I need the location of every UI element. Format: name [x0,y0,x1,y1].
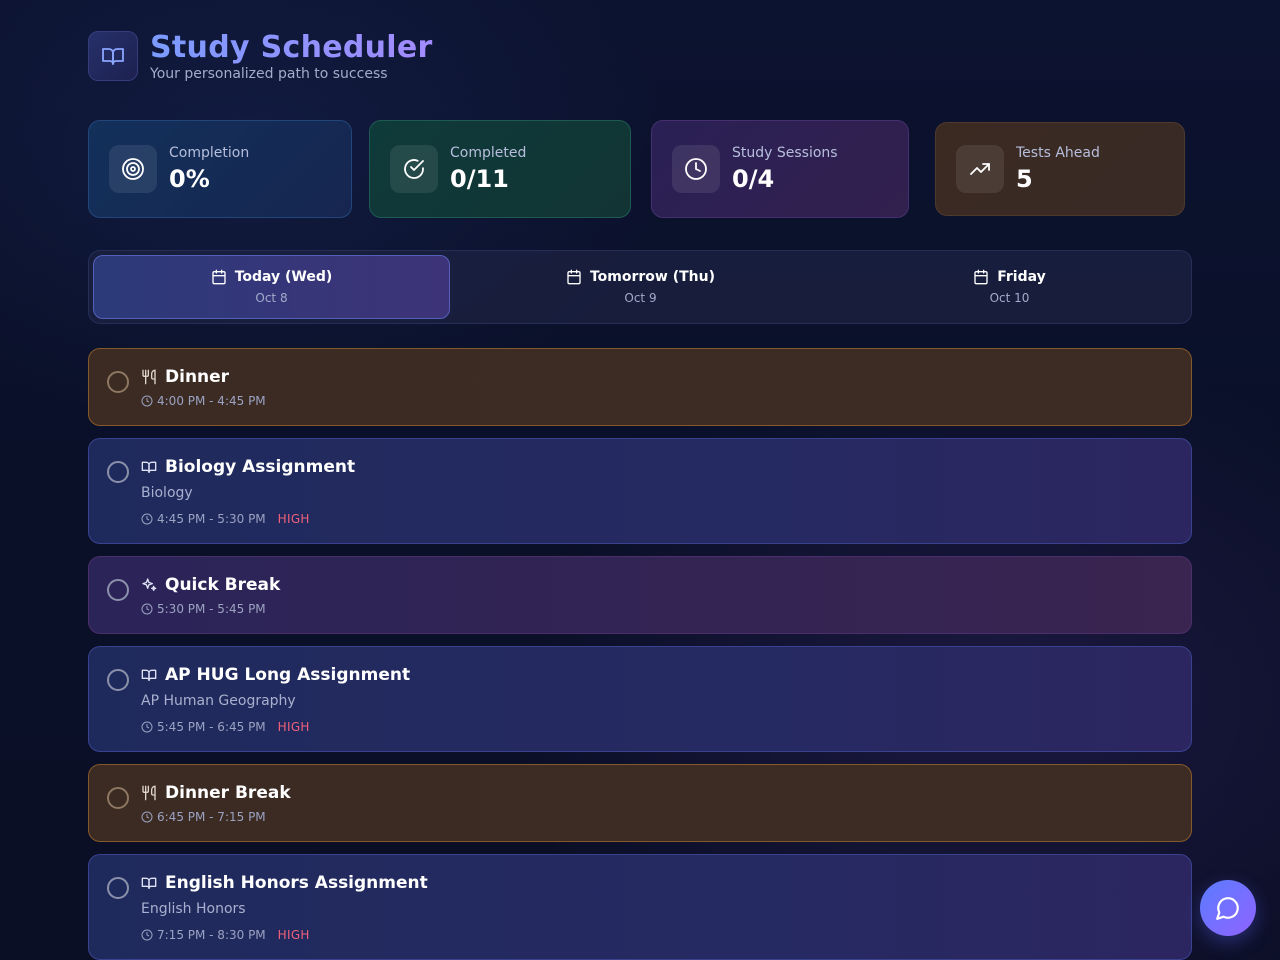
app-header: Study Scheduler Your personalized path t… [88,30,433,82]
task-time: 7:15 PM - 8:30 PM [157,928,266,942]
stat-value: 0/4 [732,165,775,193]
priority-badge: HIGH [277,720,310,734]
tab-tomorrow[interactable]: Tomorrow (Thu) Oct 9 [462,255,819,319]
task-subject: AP Human Geography [141,693,296,709]
tab-date: Oct 10 [989,291,1030,305]
stat-label: Completion [169,145,250,161]
utensils-icon [142,369,156,385]
stat-card-tests-ahead: Tests Ahead 5 [935,122,1185,216]
task-title: Dinner [165,367,230,387]
task-item[interactable]: AP HUG Long Assignment AP Human Geograph… [88,646,1192,752]
stat-card-completion: Completion 0% [88,120,352,218]
task-title: Quick Break [165,575,281,595]
calendar-icon [212,269,226,285]
trending-up-icon [956,145,1004,193]
task-time: 6:45 PM - 7:15 PM [157,810,266,824]
task-time: 5:45 PM - 6:45 PM [157,720,266,734]
page-subtitle: Your personalized path to success [150,66,388,82]
message-circle-icon [1216,897,1239,920]
stat-value: 5 [1016,165,1033,193]
clock-icon [141,929,153,941]
stat-label: Completed [450,145,527,161]
tab-today[interactable]: Today (Wed) Oct 8 [93,255,450,319]
task-checkbox[interactable] [107,669,129,691]
book-icon [88,31,138,81]
tab-label: Tomorrow (Thu) [589,269,716,285]
task-checkbox[interactable] [107,877,129,899]
clock-icon [141,721,153,733]
book-icon [141,877,157,889]
task-time: 4:00 PM - 4:45 PM [157,394,266,408]
tab-friday[interactable]: Friday Oct 10 [831,255,1188,319]
task-subject: Biology [141,485,193,501]
task-item[interactable]: Quick Break 5:30 PM - 5:45 PM [88,556,1192,634]
day-tabs: Today (Wed) Oct 8 Tomorrow (Thu) Oct 9 F… [88,250,1192,324]
task-item[interactable]: Biology Assignment Biology 4:45 PM - 5:3… [88,438,1192,544]
task-checkbox[interactable] [107,461,129,483]
clock-icon [141,811,153,823]
clock-icon [141,513,153,525]
task-item[interactable]: English Honors Assignment English Honors… [88,854,1192,960]
stat-label: Study Sessions [732,145,838,161]
stat-card-completed: Completed 0/11 [369,120,631,218]
task-title: Dinner Break [165,783,291,803]
stat-value: 0% [169,165,210,193]
tab-label: Today (Wed) [234,269,333,285]
task-title: AP HUG Long Assignment [165,665,411,685]
clock-icon [672,145,720,193]
page-title: Study Scheduler [150,30,433,65]
check-circle-icon [390,145,438,193]
clock-icon [141,395,153,407]
target-icon [109,145,157,193]
chat-button[interactable] [1200,880,1256,936]
book-icon [141,669,157,681]
tab-label: Friday [997,269,1046,285]
priority-badge: HIGH [277,512,310,526]
task-checkbox[interactable] [107,787,129,809]
task-checkbox[interactable] [107,579,129,601]
task-title: English Honors Assignment [165,873,428,893]
priority-badge: HIGH [277,928,310,942]
task-item[interactable]: Dinner 4:00 PM - 4:45 PM [88,348,1192,426]
tab-date: Oct 8 [255,291,288,305]
calendar-icon [974,269,988,285]
task-title: Biology Assignment [165,457,356,477]
stat-value: 0/11 [450,165,509,193]
task-checkbox[interactable] [107,371,129,393]
stat-card-study-sessions: Study Sessions 0/4 [651,120,909,218]
utensils-icon [142,785,156,801]
task-time: 5:30 PM - 5:45 PM [157,602,266,616]
task-item[interactable]: Dinner Break 6:45 PM - 7:15 PM [88,764,1192,842]
task-time: 4:45 PM - 5:30 PM [157,512,266,526]
book-icon [141,461,157,473]
stat-label: Tests Ahead [1016,145,1100,161]
task-subject: English Honors [141,901,246,917]
tab-date: Oct 9 [624,291,657,305]
calendar-icon [567,269,581,285]
clock-icon [141,603,153,615]
sparkles-icon [142,578,157,591]
